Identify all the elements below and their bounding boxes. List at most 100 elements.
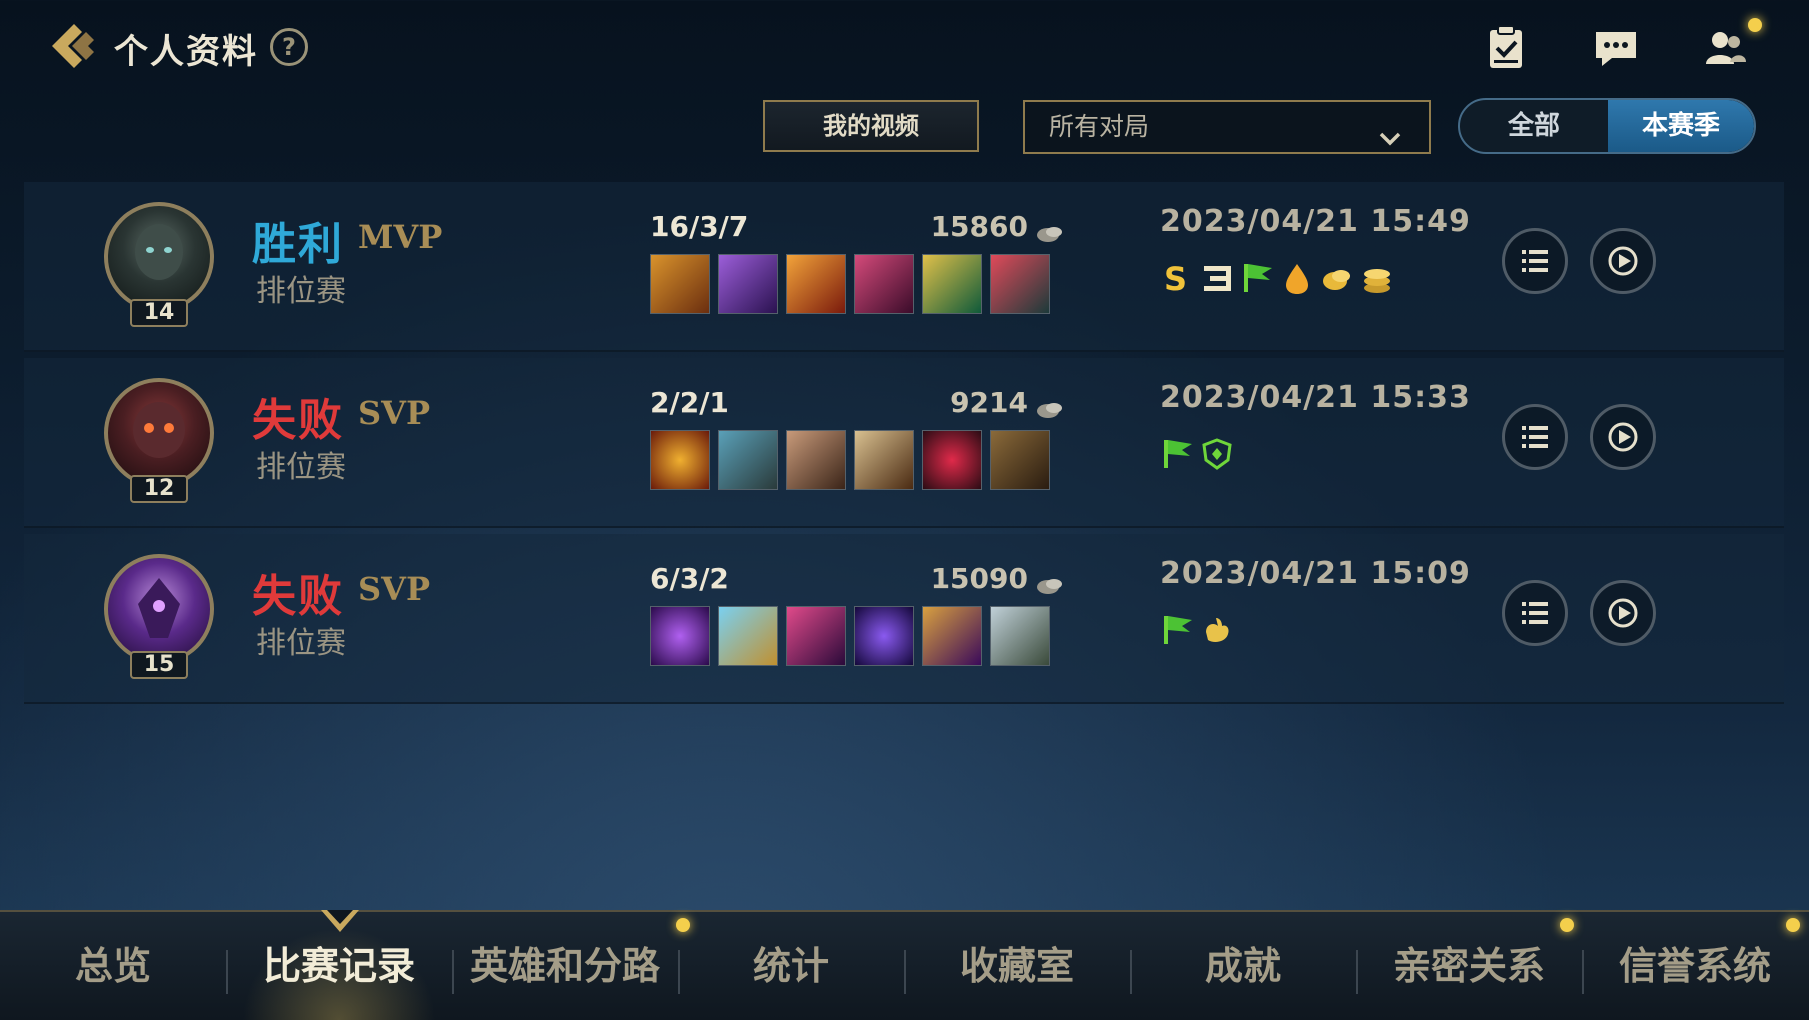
item-icon[interactable] (922, 430, 982, 490)
game-mode: 排位赛 (256, 274, 346, 309)
game-type-select[interactable]: 所有对局 (1023, 100, 1431, 154)
tab-overview[interactable]: 总览 (0, 912, 226, 1020)
item-icon[interactable] (854, 606, 914, 666)
list-icon (1522, 426, 1548, 448)
gold-icon (1034, 394, 1064, 418)
champion-avatar (104, 554, 214, 664)
achievement-badges (1160, 608, 1234, 652)
replay-icon (1608, 598, 1638, 628)
details-button[interactable] (1502, 404, 1568, 470)
item-icon[interactable] (854, 254, 914, 314)
list-icon (1522, 250, 1548, 272)
kda-score: 2/2/1 (650, 386, 729, 419)
chat-icon[interactable] (1590, 22, 1642, 74)
match-datetime: 2023/04/21 15:33 (1160, 380, 1471, 415)
top-bar: 个人资料 ? (0, 0, 1809, 92)
match-result: 胜利 (252, 219, 344, 270)
gold-earned: 9214 (904, 386, 1064, 419)
item-icon[interactable] (650, 430, 710, 490)
champion-avatar (104, 202, 214, 312)
match-datetime: 2023/04/21 15:49 (1160, 204, 1471, 239)
tab-heroes-and-lanes[interactable]: 英雄和分路 (452, 912, 678, 1020)
match-award: SVP (358, 394, 430, 432)
match-row[interactable]: 14 胜利 MVP 排位赛 16/3/7 15860 2023/04/21 15… (24, 182, 1784, 352)
replay-icon (1608, 246, 1638, 276)
back-icon[interactable] (44, 18, 100, 74)
bottom-navigation: 总览 比赛记录 英雄和分路 统计 收藏室 成就 亲密关系 信誉系统 (0, 910, 1809, 1020)
gold-icon (1034, 570, 1064, 594)
gold-value: 9214 (950, 386, 1028, 419)
champion-level: 12 (130, 475, 188, 503)
tab-statistics[interactable]: 统计 (678, 912, 904, 1020)
item-icon[interactable] (922, 254, 982, 314)
active-tab-marker-icon (321, 910, 359, 932)
gold-value: 15090 (930, 562, 1028, 595)
season-scope-toggle: 全部 本赛季 (1458, 98, 1756, 154)
achievement-badges (1160, 432, 1234, 476)
armor-icon[interactable] (990, 606, 1050, 666)
game-mode: 排位赛 (256, 450, 346, 485)
gold-icon (1034, 218, 1064, 242)
tab-collection[interactable]: 收藏室 (904, 912, 1130, 1020)
game-mode: 排位赛 (256, 626, 346, 661)
tab-achievements[interactable]: 成就 (1130, 912, 1356, 1020)
item-build (650, 430, 1050, 492)
match-award: MVP (358, 218, 443, 256)
item-icon[interactable] (650, 254, 710, 314)
item-icon[interactable] (786, 430, 846, 490)
match-result: 失败 (252, 571, 344, 622)
coin-stack-icon (1360, 260, 1394, 296)
item-build (650, 254, 1050, 316)
chevron-down-icon (1379, 116, 1401, 146)
boots-icon[interactable] (990, 430, 1050, 490)
match-datetime: 2023/04/21 15:09 (1160, 556, 1471, 591)
help-icon[interactable]: ? (270, 28, 308, 66)
champion-level: 15 (130, 651, 188, 679)
clipboard-check-icon[interactable] (1480, 22, 1532, 74)
my-videos-button[interactable]: 我的视频 (763, 100, 979, 152)
boots-icon[interactable] (990, 254, 1050, 314)
details-button[interactable] (1502, 580, 1568, 646)
flag-icon (1240, 260, 1274, 296)
friends-icon[interactable] (1700, 22, 1752, 74)
kda-score: 16/3/7 (650, 210, 749, 243)
gold-earned: 15090 (904, 562, 1064, 595)
svg-text:S: S (1164, 260, 1187, 296)
champion-level: 14 (130, 299, 188, 327)
gold-value: 15860 (930, 210, 1028, 243)
coin-icon (1320, 260, 1354, 296)
item-icon[interactable] (922, 606, 982, 666)
tab-reputation[interactable]: 信誉系统 (1582, 912, 1808, 1020)
kda-score: 6/3/2 (650, 562, 729, 595)
match-result: 失败 (252, 395, 344, 446)
notification-dot (1560, 918, 1574, 932)
tab-relationships[interactable]: 亲密关系 (1356, 912, 1582, 1020)
game-type-value: 所有对局 (1049, 112, 1150, 141)
tab-all[interactable]: 全部 (1460, 100, 1608, 152)
flame-drop-icon (1280, 260, 1314, 296)
page-title: 个人资料 (114, 32, 258, 72)
notification-dot (1786, 918, 1800, 932)
item-icon[interactable] (786, 254, 846, 314)
details-button[interactable] (1502, 228, 1568, 294)
hand-icon (1200, 612, 1234, 648)
item-icon[interactable] (718, 430, 778, 490)
item-icon[interactable] (650, 606, 710, 666)
shield-icon (1200, 436, 1234, 472)
flag-icon (1160, 436, 1194, 472)
match-row[interactable]: 12 失败 SVP 排位赛 2/2/1 9214 2023/04/21 15:3… (24, 358, 1784, 528)
item-icon[interactable] (718, 254, 778, 314)
match-row[interactable]: 15 失败 SVP 排位赛 6/3/2 15090 2023/04/21 15:… (24, 534, 1784, 704)
replay-button[interactable] (1590, 404, 1656, 470)
gold-earned: 15860 (904, 210, 1064, 243)
tab-this-season[interactable]: 本赛季 (1608, 100, 1754, 152)
item-icon[interactable] (786, 606, 846, 666)
replay-icon (1608, 422, 1638, 452)
notification-dot (1748, 18, 1762, 32)
match-award: SVP (358, 570, 430, 608)
item-icon[interactable] (718, 606, 778, 666)
replay-button[interactable] (1590, 580, 1656, 646)
replay-button[interactable] (1590, 228, 1656, 294)
item-icon[interactable] (854, 430, 914, 490)
triple-kill-icon (1200, 260, 1234, 296)
